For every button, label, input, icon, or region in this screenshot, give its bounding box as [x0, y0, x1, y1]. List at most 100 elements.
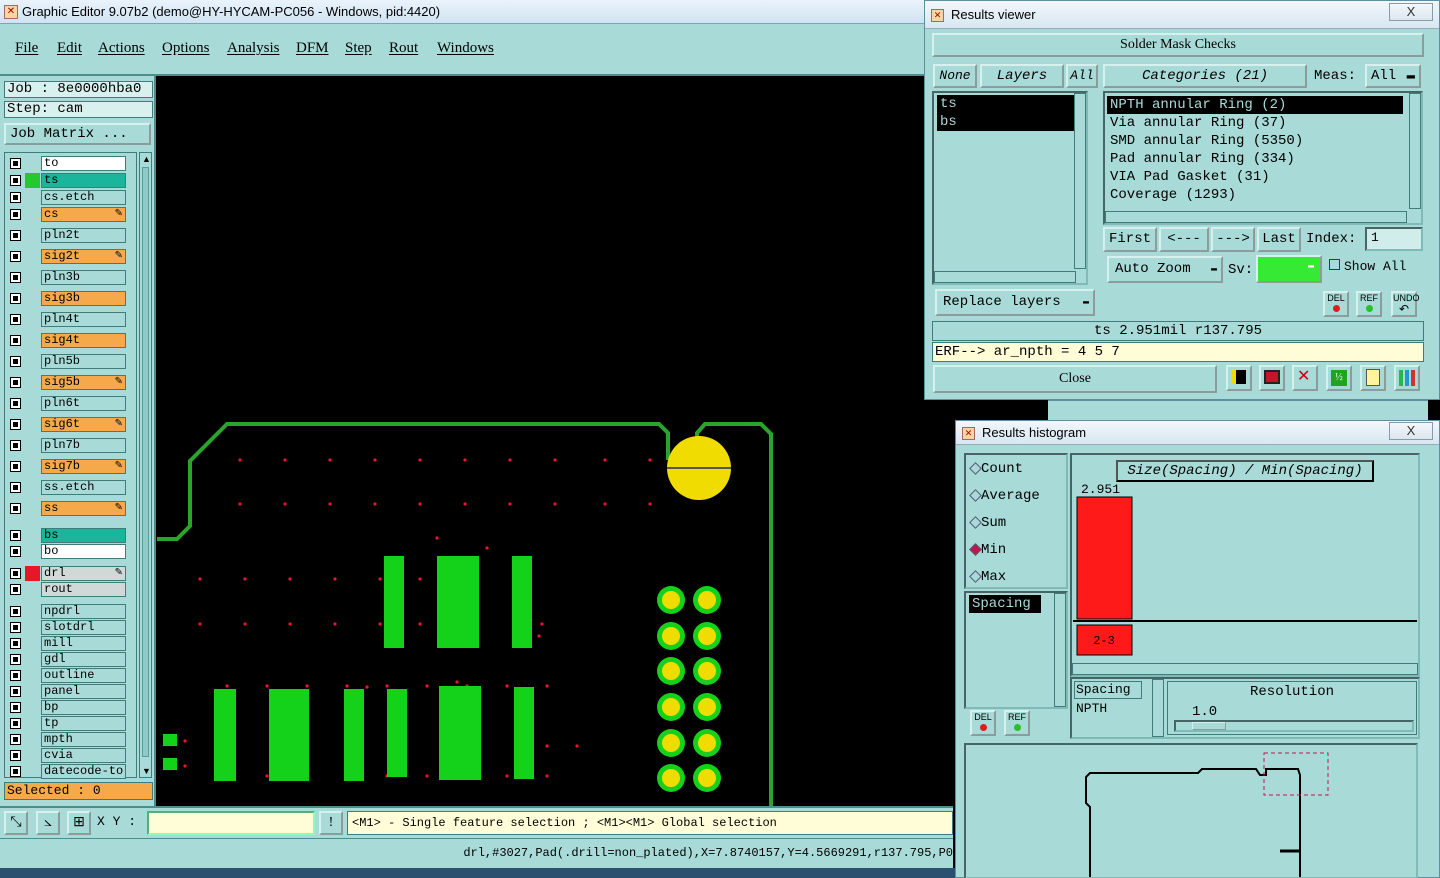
- layer-list-scrollbar[interactable]: ▲ ▼: [139, 152, 152, 778]
- layer-row-mpth[interactable]: mpth: [7, 732, 127, 747]
- menu-analysis[interactable]: Analysis: [227, 40, 280, 57]
- hist-del-button[interactable]: DEL: [970, 710, 996, 736]
- scroll-down-icon[interactable]: ▼: [142, 766, 151, 776]
- category-item[interactable]: NPTH annular Ring (2): [1107, 96, 1403, 114]
- layer-row-npdrl[interactable]: npdrl: [7, 604, 127, 619]
- layer-row-cs[interactable]: cs ✎: [7, 207, 127, 222]
- spacing-item[interactable]: Spacing: [969, 595, 1041, 613]
- layer-row-pln5b[interactable]: pln5b: [7, 354, 127, 369]
- layer-row-sig5b[interactable]: sig5b ✎: [7, 375, 127, 390]
- layer-name[interactable]: bs: [41, 528, 126, 543]
- layer-name[interactable]: tp: [41, 716, 126, 731]
- histogram-icon[interactable]: [1394, 365, 1420, 391]
- layer-name[interactable]: to: [41, 156, 126, 171]
- layer-row-gdl[interactable]: gdl: [7, 652, 127, 667]
- layer-name[interactable]: slotdrl: [41, 620, 126, 635]
- menu-windows[interactable]: Windows: [437, 40, 494, 57]
- layer-name[interactable]: cvia: [41, 748, 126, 763]
- layer-row-pln6t[interactable]: pln6t: [7, 396, 127, 411]
- replace-layers-select[interactable]: Replace layers ▬: [935, 289, 1095, 316]
- categories-button[interactable]: Categories (21): [1103, 64, 1307, 88]
- scroll-up-icon[interactable]: ▲: [142, 154, 151, 164]
- layer-row-panel[interactable]: panel: [7, 684, 127, 699]
- layer-row-slotdrl[interactable]: slotdrl: [7, 620, 127, 635]
- last-button[interactable]: Last: [1257, 227, 1301, 252]
- category-item[interactable]: Coverage (1293): [1107, 186, 1403, 204]
- action-list-icon[interactable]: ½: [1326, 365, 1352, 391]
- result-layer-bs[interactable]: bs: [937, 113, 1075, 131]
- close-icon[interactable]: X: [1389, 3, 1433, 21]
- xy-input[interactable]: [147, 811, 315, 835]
- layers-none-button[interactable]: None: [933, 64, 977, 88]
- menu-file[interactable]: File: [15, 40, 38, 57]
- menu-step[interactable]: Step: [345, 40, 372, 57]
- layer-name[interactable]: sig3b: [41, 291, 126, 306]
- layer-checkbox[interactable]: [10, 686, 21, 697]
- highlight-icon[interactable]: [1259, 365, 1285, 391]
- menu-actions[interactable]: Actions: [98, 40, 145, 57]
- average-radio[interactable]: Average: [969, 488, 1040, 504]
- layer-row-tp[interactable]: tp: [7, 716, 127, 731]
- resolution-slider[interactable]: [1174, 720, 1414, 732]
- index-input[interactable]: 1: [1365, 227, 1423, 251]
- layer-checkbox[interactable]: [10, 356, 21, 367]
- layer-checkbox[interactable]: [10, 584, 21, 595]
- layer-checkbox[interactable]: [10, 734, 21, 745]
- notes-icon[interactable]: [1360, 365, 1386, 391]
- del-button[interactable]: DEL: [1323, 291, 1349, 317]
- layer-checkbox[interactable]: [10, 293, 21, 304]
- layer-checkbox[interactable]: [10, 670, 21, 681]
- layer-checkbox[interactable]: [10, 209, 21, 220]
- layer-checkbox[interactable]: [10, 398, 21, 409]
- layer-checkbox[interactable]: [10, 440, 21, 451]
- layer-row-ss-etch[interactable]: ss.etch: [7, 480, 127, 495]
- result-layer-ts[interactable]: ts: [937, 95, 1075, 113]
- layer-row-rout[interactable]: rout: [7, 582, 127, 597]
- layer-name[interactable]: pln3b: [41, 270, 126, 285]
- layer-checkbox[interactable]: [10, 750, 21, 761]
- layer-name[interactable]: sig6t ✎: [41, 417, 126, 432]
- layer-checkbox[interactable]: [10, 419, 21, 430]
- layers-all-button[interactable]: All: [1066, 64, 1098, 88]
- layer-checkbox[interactable]: [10, 622, 21, 633]
- layer-name[interactable]: ss ✎: [41, 501, 126, 516]
- zoom-tool-icon[interactable]: ⤡: [4, 811, 28, 835]
- alert-icon[interactable]: !: [319, 811, 343, 835]
- scroll-thumb[interactable]: [142, 167, 149, 757]
- measure-tool-icon[interactable]: ⦣: [36, 811, 60, 835]
- layer-name[interactable]: pln5b: [41, 354, 126, 369]
- layer-checkbox[interactable]: [10, 192, 21, 203]
- layer-name[interactable]: sig7b ✎: [41, 459, 126, 474]
- first-button[interactable]: First: [1103, 227, 1157, 252]
- layer-checkbox[interactable]: [10, 175, 21, 186]
- layer-row-sig3b[interactable]: sig3b: [7, 291, 127, 306]
- layer-name[interactable]: rout: [41, 582, 126, 597]
- layer-row-ts[interactable]: ts: [7, 173, 127, 188]
- layer-color-swatch[interactable]: [25, 173, 40, 188]
- category-hscroll[interactable]: [1105, 211, 1407, 223]
- layer-name[interactable]: bo: [41, 544, 126, 559]
- layer-checkbox[interactable]: [10, 251, 21, 262]
- layer-row-bs[interactable]: bs: [7, 528, 127, 543]
- meas-select[interactable]: All ▬: [1365, 64, 1421, 88]
- menu-dfm[interactable]: DFM: [296, 40, 329, 57]
- layer-row-cvia[interactable]: cvia: [7, 748, 127, 763]
- layer-checkbox[interactable]: [10, 654, 21, 665]
- hist-ref-button[interactable]: REF: [1004, 710, 1030, 736]
- layer-checkbox[interactable]: [10, 530, 21, 541]
- layer-row-drl[interactable]: drl ✎: [7, 566, 127, 581]
- layer-row-bp[interactable]: bp: [7, 700, 127, 715]
- count-radio[interactable]: Count: [969, 461, 1023, 477]
- layer-row-mill[interactable]: mill: [7, 636, 127, 651]
- layer-checkbox[interactable]: [10, 546, 21, 557]
- layer-checkbox[interactable]: [10, 766, 21, 777]
- layer-checkbox[interactable]: [10, 718, 21, 729]
- layer-checkbox[interactable]: [10, 606, 21, 617]
- layer-row-datecode-to[interactable]: datecode-to: [7, 764, 127, 779]
- layers-button[interactable]: Layers: [980, 64, 1064, 88]
- board-view[interactable]: [157, 76, 953, 806]
- resolution-slider-thumb[interactable]: [1192, 722, 1226, 730]
- category-item[interactable]: VIA Pad Gasket (31): [1107, 168, 1403, 186]
- table-vscroll[interactable]: [1152, 679, 1164, 737]
- layer-name[interactable]: bp: [41, 700, 126, 715]
